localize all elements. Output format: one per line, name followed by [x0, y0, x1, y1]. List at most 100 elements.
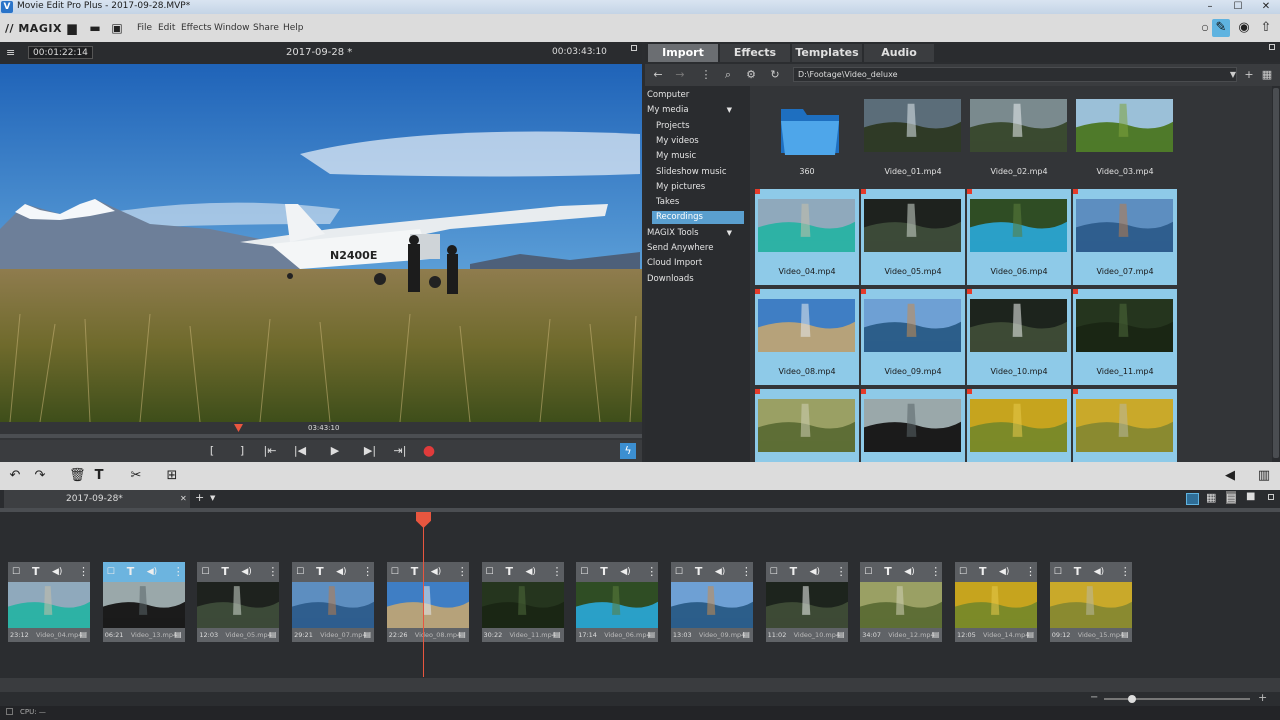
checkbox-icon[interactable]: ☐: [296, 565, 304, 579]
insert-icon[interactable]: ⊞: [164, 468, 180, 484]
tree-item-computer[interactable]: Computer: [646, 89, 744, 102]
menu-window[interactable]: Window: [214, 23, 250, 33]
prev-frame-icon[interactable]: |◀: [292, 443, 308, 459]
chevron-down-icon[interactable]: ▼: [727, 227, 732, 240]
add-tab-icon[interactable]: +: [195, 491, 204, 504]
media-file-tile[interactable]: Video_07.mp4: [1073, 189, 1177, 285]
storyboard-view-icon[interactable]: ▦: [1206, 491, 1216, 504]
preview-scrubber[interactable]: 03:43:10: [0, 422, 642, 440]
volume-icon[interactable]: ◀): [810, 565, 820, 579]
maximize-button[interactable]: ☐: [1224, 0, 1252, 14]
tab-import[interactable]: Import: [648, 44, 718, 62]
volume-icon[interactable]: ◀): [431, 565, 441, 579]
checkbox-icon[interactable]: ☐: [1054, 565, 1062, 579]
media-file-tile[interactable]: Video_08.mp4: [755, 289, 859, 385]
close-tab-icon[interactable]: ✕: [180, 490, 187, 508]
more-options-icon[interactable]: ⋮: [646, 565, 657, 579]
tab-audio[interactable]: Audio: [864, 44, 934, 62]
undock-icon[interactable]: [1269, 44, 1275, 50]
text-title-icon[interactable]: T: [221, 565, 229, 579]
text-title-icon[interactable]: T: [790, 565, 798, 579]
add-icon[interactable]: +: [1241, 67, 1257, 83]
media-file-tile[interactable]: Video_03.mp4: [1073, 89, 1177, 185]
volume-icon[interactable]: ◀: [1222, 468, 1238, 484]
media-file-tile[interactable]: [861, 389, 965, 462]
checkbox-icon[interactable]: ☐: [959, 565, 967, 579]
tree-item-slideshow-music[interactable]: Slideshow music: [652, 166, 744, 179]
more-options-icon[interactable]: ⋮: [1120, 565, 1131, 579]
scrub-marker[interactable]: [234, 424, 243, 432]
delete-icon[interactable]: 🗑: [69, 468, 86, 484]
tree-item-my-media[interactable]: My media ▼: [646, 104, 744, 117]
filmstrip-icon[interactable]: ▤: [269, 630, 277, 639]
video-preview[interactable]: N2400E: [0, 64, 642, 422]
close-button[interactable]: ✕: [1252, 0, 1280, 14]
grid-view-icon[interactable]: ▦: [1259, 67, 1275, 83]
volume-icon[interactable]: ◀): [904, 565, 914, 579]
folder-tree-icon[interactable]: ⋮: [698, 67, 714, 83]
text-title-icon[interactable]: T: [91, 468, 107, 484]
checkbox-icon[interactable]: ☐: [770, 565, 778, 579]
filmstrip-icon[interactable]: ▤: [364, 630, 372, 639]
search-icon[interactable]: ⌕: [720, 67, 736, 83]
chevron-down-icon[interactable]: ▼: [1225, 67, 1241, 83]
more-options-icon[interactable]: ⋮: [836, 565, 847, 579]
menu-help[interactable]: Help: [283, 23, 304, 33]
position-timecode[interactable]: 00:01:22:14: [28, 46, 93, 59]
disc-icon[interactable]: ◉: [1235, 19, 1253, 37]
tree-item-cloud-import[interactable]: Cloud Import: [646, 257, 744, 270]
timeline-clip[interactable]: ☐ T ◀) ⋮ 12:03 Video_05.mp4 ▤: [197, 562, 280, 642]
filmstrip-icon[interactable]: ▤: [1026, 630, 1034, 639]
undock-icon[interactable]: [1268, 494, 1274, 500]
minimize-button[interactable]: –: [1196, 0, 1224, 14]
media-file-tile[interactable]: Video_09.mp4: [861, 289, 965, 385]
mark-out-icon[interactable]: ]: [234, 443, 250, 459]
timeline-view-icon[interactable]: [1186, 493, 1199, 505]
media-file-tile[interactable]: 360: [755, 89, 859, 185]
jump-end-icon[interactable]: ⇥|: [392, 443, 408, 459]
text-title-icon[interactable]: T: [1074, 565, 1082, 579]
volume-icon[interactable]: ◀): [999, 565, 1009, 579]
media-file-tile[interactable]: [755, 389, 859, 462]
volume-icon[interactable]: ◀): [336, 565, 346, 579]
volume-icon[interactable]: ◀): [526, 565, 536, 579]
cut-scissors-icon[interactable]: ✂: [128, 468, 144, 484]
chevron-down-icon[interactable]: ▼: [727, 104, 732, 117]
checkbox-icon[interactable]: ☐: [486, 565, 494, 579]
more-options-icon[interactable]: ⋮: [457, 565, 468, 579]
undo-icon[interactable]: ↶: [7, 468, 23, 484]
more-options-icon[interactable]: ⋮: [173, 565, 184, 579]
checkbox-icon[interactable]: ☐: [107, 565, 115, 579]
media-file-tile[interactable]: Video_01.mp4: [861, 89, 965, 185]
tree-item-takes[interactable]: Takes: [652, 196, 744, 209]
zoom-out-icon[interactable]: −: [1090, 692, 1098, 703]
zoom-slider[interactable]: [1104, 698, 1250, 700]
timeline-clip[interactable]: ☐ T ◀) ⋮ 23:12 Video_04.mp4 ▤: [8, 562, 90, 642]
tree-item-my-music[interactable]: My music: [652, 150, 744, 163]
timeline-clip[interactable]: ☐ T ◀) ⋮ 06:21 Video_13.mp4 ▤: [102, 562, 185, 642]
lightning-icon[interactable]: ϟ: [620, 443, 636, 459]
more-options-icon[interactable]: ⋮: [930, 565, 941, 579]
new-file-icon[interactable]: ▆: [65, 21, 79, 35]
chevron-down-icon[interactable]: ▼: [210, 494, 215, 502]
record-icon[interactable]: ●: [421, 443, 437, 459]
back-arrow-icon[interactable]: ←: [650, 67, 666, 83]
tree-item-magix-tools[interactable]: MAGIX Tools ▼: [646, 227, 744, 240]
edit-mode-icon[interactable]: ✎: [1212, 19, 1230, 37]
menu-file[interactable]: File: [137, 23, 152, 33]
volume-icon[interactable]: ◀): [241, 565, 251, 579]
media-file-tile[interactable]: Video_11.mp4: [1073, 289, 1177, 385]
text-title-icon[interactable]: T: [600, 565, 608, 579]
more-options-icon[interactable]: ⋮: [267, 565, 278, 579]
menu-edit[interactable]: Edit: [158, 23, 175, 33]
tree-item-recordings[interactable]: Recordings: [652, 211, 744, 225]
jump-start-icon[interactable]: |⇤: [262, 443, 278, 459]
zoom-slider-handle[interactable]: [1128, 695, 1136, 703]
timeline-ruler[interactable]: [0, 508, 1280, 512]
text-title-icon[interactable]: T: [411, 565, 419, 579]
timeline-clip[interactable]: ☐ T ◀) ⋮ 34:07 Video_12.mp4 ▤: [860, 562, 943, 642]
multicam-icon[interactable]: ■: [1246, 491, 1255, 502]
media-file-tile[interactable]: Video_10.mp4: [967, 289, 1071, 385]
filmstrip-icon[interactable]: ▤: [553, 630, 561, 639]
text-title-icon[interactable]: T: [127, 565, 135, 579]
